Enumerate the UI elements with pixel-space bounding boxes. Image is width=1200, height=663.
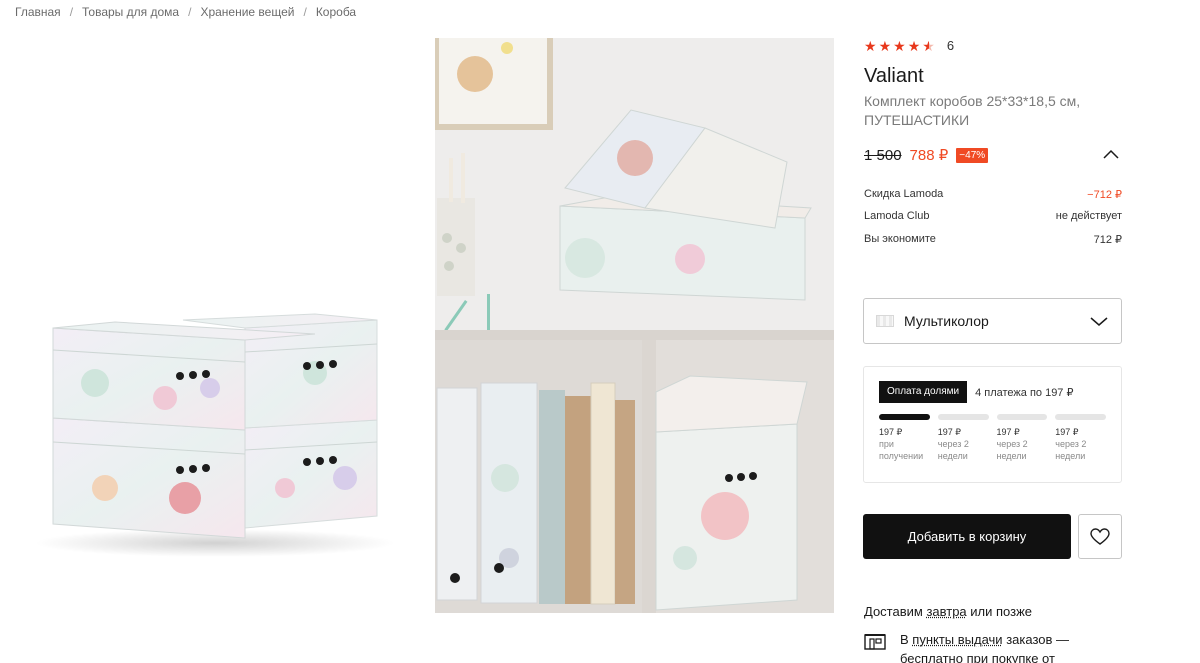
pickup-points-link[interactable]: пункты выдачи — [912, 632, 1002, 647]
breadcrumb-boxes[interactable]: Короба — [316, 5, 356, 19]
installment-bar — [937, 414, 989, 420]
detail-label: Lamoda Club — [864, 210, 930, 222]
installments-progress — [879, 414, 1106, 420]
installment-bar — [1055, 414, 1106, 420]
color-swatch-icon — [876, 315, 894, 327]
pickup-text: В пункты выдачи заказов — бесплатно при … — [900, 630, 1122, 663]
installment-item: 197 ₽ через 2 недели — [1055, 426, 1106, 462]
installments-header: Оплата долями 4 платежа по 197 ₽ — [879, 381, 1106, 403]
installment-when: через 2 недели — [996, 439, 1028, 461]
detail-value: −712 ₽ — [1087, 189, 1122, 201]
delivery-prefix: Доставим — [864, 604, 927, 619]
star-half-icon: ★ — [922, 37, 935, 54]
installment-when: через 2 недели — [937, 439, 969, 461]
pickup-info: В пункты выдачи заказов — бесплатно при … — [864, 630, 1122, 663]
current-price: 788 ₽ — [909, 147, 949, 164]
product-name: Комплект коробов 25*33*18,5 см, ПУТЕШАСТ… — [864, 93, 1081, 128]
installments-summary: 4 платежа по 197 ₽ — [975, 386, 1074, 399]
discount-badge: −47% — [956, 147, 989, 163]
product-image-main[interactable] — [15, 38, 414, 613]
breadcrumb-separator: / — [303, 5, 307, 19]
installment-amount: 197 ₽ — [1055, 427, 1079, 437]
chevron-up-icon[interactable] — [1102, 148, 1120, 160]
installment-bar — [996, 414, 1048, 420]
old-price: 1 500 — [864, 146, 902, 164]
breadcrumb-home-goods[interactable]: Товары для дома — [82, 5, 179, 19]
detail-label: Вы экономите — [864, 233, 936, 245]
color-select-value: Мультиколор — [904, 313, 989, 329]
product-brand[interactable]: Valiant — [864, 65, 924, 88]
installment-bar — [879, 414, 930, 420]
breadcrumb: Главная / Товары для дома / Хранение вещ… — [15, 5, 356, 19]
color-select[interactable]: Мультиколор — [863, 298, 1122, 344]
heart-icon — [1090, 527, 1110, 545]
installments-panel[interactable]: Оплата долями 4 платежа по 197 ₽ 197 ₽ п… — [863, 366, 1122, 483]
star-icon: ★ — [893, 37, 906, 54]
detail-value: не действует — [1055, 210, 1122, 222]
installment-amount: 197 ₽ — [937, 427, 961, 437]
breadcrumb-separator: / — [69, 5, 74, 19]
rating-count[interactable]: 6 — [947, 38, 954, 53]
delivery-info: Доставим завтра или позже — [864, 604, 1032, 619]
breadcrumb-separator: / — [188, 5, 192, 19]
pickup-prefix: В — [900, 632, 913, 647]
detail-value: 712 ₽ — [1093, 234, 1122, 246]
pickup-point-icon — [864, 634, 886, 650]
star-icon: ★ — [878, 37, 892, 54]
detail-label: Скидка Lamoda — [864, 188, 944, 200]
breadcrumb-storage[interactable]: Хранение вещей — [200, 5, 294, 19]
detail-savings: Вы экономите 712 ₽ — [864, 233, 1122, 246]
product-image-shelf[interactable] — [435, 38, 834, 613]
installments-schedule: 197 ₽ при получении 197 ₽ через 2 недели… — [879, 426, 1106, 462]
chevron-down-icon — [1090, 317, 1108, 326]
delivery-date-link[interactable]: завтра — [926, 604, 966, 619]
star-icon: ★ — [864, 37, 877, 54]
installment-when: при получении — [879, 439, 924, 461]
installment-item: 197 ₽ при получении — [879, 426, 930, 462]
installment-item: 197 ₽ через 2 недели — [938, 426, 989, 462]
add-to-cart-button[interactable]: Добавить в корзину — [863, 514, 1071, 559]
detail-lamoda-club: Lamoda Club не действует — [864, 210, 1122, 222]
breadcrumb-home[interactable]: Главная — [15, 5, 61, 19]
star-icon: ★ — [907, 37, 921, 54]
installment-amount: 197 ₽ — [996, 427, 1020, 437]
favorite-button[interactable] — [1078, 514, 1122, 559]
delivery-suffix: или позже — [966, 604, 1033, 619]
installment-amount: 197 ₽ — [879, 427, 903, 437]
installment-item: 197 ₽ через 2 недели — [997, 426, 1048, 462]
installments-badge: Оплата долями — [879, 381, 968, 403]
detail-lamoda-discount: Скидка Lamoda −712 ₽ — [864, 188, 1122, 201]
price-row: 1 500 788 ₽ −47% — [864, 146, 1122, 164]
installment-when: через 2 недели — [1055, 439, 1087, 461]
product-rating[interactable]: ★ ★ ★ ★ ★ 6 — [864, 38, 954, 53]
